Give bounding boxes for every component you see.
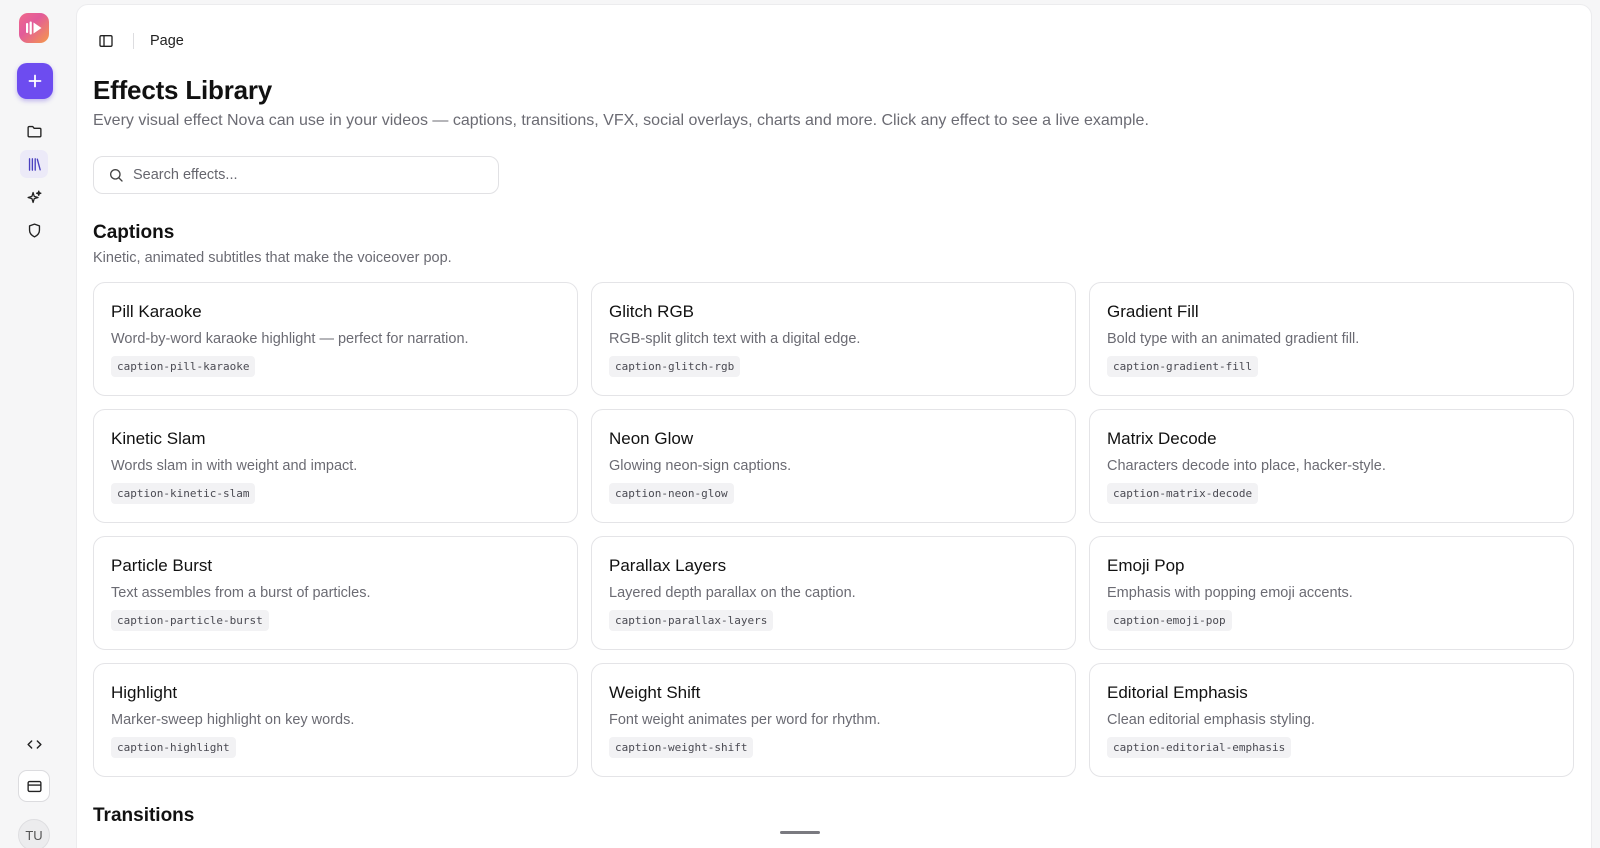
effect-card[interactable]: Emoji Pop Emphasis with popping emoji acc… [1089,536,1574,650]
effect-description: RGB-split glitch text with a digital edg… [609,331,861,347]
search-icon [110,169,123,182]
sidebar: TU [0,0,76,848]
effect-card[interactable]: Pill Karaoke Word-by-word karaoke highlig… [93,282,578,396]
sidebar-item-library[interactable] [20,150,48,178]
effect-card[interactable]: Gradient Fill Bold type with an animated … [1089,282,1574,396]
effect-name: Emoji Pop [1107,556,1185,575]
divider [133,33,134,49]
effect-id-badge: caption-matrix-decode [1107,483,1259,504]
effect-name: Kinetic Slam [111,429,206,448]
effect-id-badge: caption-neon-glow [609,483,734,504]
effect-description: Glowing neon-sign captions. [609,458,792,474]
effect-description: Words slam in with weight and impact. [111,458,358,474]
card-icon [26,780,42,792]
folder-icon [26,125,42,137]
effect-description: Font weight animates per word for rhythm… [609,712,881,728]
sidebar-item-projects[interactable] [20,117,48,145]
main-panel: Page Effects Library Every visual effect… [76,4,1592,848]
topbar: Page [97,29,184,53]
effect-name: Neon Glow [609,429,694,448]
effect-id-badge: caption-pill-karaoke [111,356,256,377]
effect-name: Parallax Layers [609,556,727,575]
sidebar-item-security[interactable] [20,216,48,244]
search-box[interactable] [93,156,499,194]
effect-name: Matrix Decode [1107,429,1217,448]
effect-description: Marker-sweep highlight on key words. [111,712,355,728]
effect-card[interactable]: Matrix Decode Characters decode into plac… [1089,409,1574,523]
effect-description: Characters decode into place, hacker-sty… [1107,458,1386,474]
page-title: Effects Library [93,75,273,105]
panel-left-icon [99,35,113,47]
effects-grid: Pill Karaoke Word-by-word karaoke highlig… [93,282,1574,777]
effect-name: Pill Karaoke [111,302,202,321]
section-title-captions: Captions [93,222,175,243]
effect-description: Layered depth parallax on the caption. [609,585,856,601]
effect-id-badge: caption-parallax-layers [609,610,774,631]
sidebar-toggle-button[interactable] [97,32,115,50]
effect-card[interactable]: Highlight Marker-sweep highlight on key w… [93,663,578,777]
effect-description: Text assembles from a burst of particles… [111,585,371,601]
scroll-indicator[interactable] [780,831,820,834]
effect-name: Weight Shift [609,683,701,702]
effect-description: Emphasis with popping emoji accents. [1107,585,1353,601]
effect-card[interactable]: Glitch RGB RGB-split glitch text with a d… [591,282,1076,396]
effect-card[interactable]: Kinetic Slam Words slam in with weight an… [93,409,578,523]
plus-icon [28,74,42,88]
library-icon [28,157,41,171]
effect-name: Particle Burst [111,556,213,575]
avatar[interactable]: TU [18,819,50,848]
effect-name: Gradient Fill [1107,302,1199,321]
page-subtitle: Every visual effect Nova can use in your… [93,112,1149,129]
effect-id-badge: caption-glitch-rgb [609,356,741,377]
effect-description: Clean editorial emphasis styling. [1107,712,1315,728]
effect-card[interactable]: Editorial Emphasis Clean editorial emphas… [1089,663,1574,777]
app-logo-icon[interactable] [19,13,49,43]
section-description-captions: Kinetic, animated subtitles that make th… [93,250,452,266]
section-title-transitions: Transitions [93,805,195,826]
code-icon [26,739,42,749]
effect-name: Glitch RGB [609,302,695,321]
sidebar-item-effects[interactable] [20,183,48,211]
effect-id-badge: caption-gradient-fill [1107,356,1259,377]
search-input[interactable] [133,167,473,183]
effect-name: Highlight [111,683,178,702]
effect-id-badge: caption-weight-shift [609,737,754,758]
sidebar-item-developer[interactable] [20,730,48,758]
billing-button[interactable] [18,770,50,802]
effect-card[interactable]: Weight Shift Font weight animates per wor… [591,663,1076,777]
effect-description: Bold type with an animated gradient fill… [1107,331,1360,347]
shield-icon [28,222,40,238]
effect-card[interactable]: Neon Glow Glowing neon-sign captions. capt… [591,409,1076,523]
sparkles-icon [26,189,42,203]
breadcrumb: Page [150,33,184,49]
effect-description: Word-by-word karaoke highlight — perfect… [111,331,469,347]
effect-id-badge: caption-kinetic-slam [111,483,256,504]
effect-id-badge: caption-particle-burst [111,610,269,631]
effect-card[interactable]: Particle Burst Text assembles from a burs… [93,536,578,650]
effect-card[interactable]: Parallax Layers Layered depth parallax on… [591,536,1076,650]
new-project-button[interactable] [17,63,53,99]
effect-id-badge: caption-highlight [111,737,236,758]
effect-name: Editorial Emphasis [1107,683,1248,702]
effect-id-badge: caption-emoji-pop [1107,610,1232,631]
effect-id-badge: caption-editorial-emphasis [1107,737,1292,758]
